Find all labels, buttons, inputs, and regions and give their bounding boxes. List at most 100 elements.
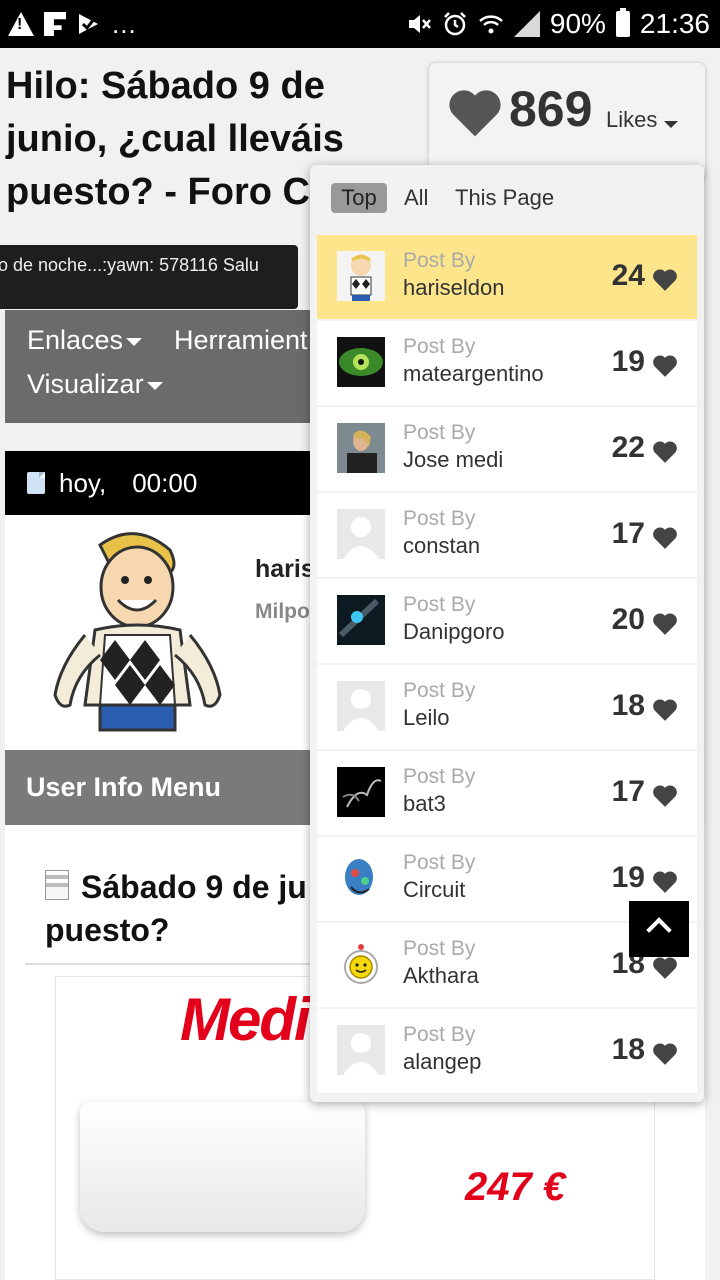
alarm-icon — [442, 11, 468, 37]
tab-all[interactable]: All — [404, 183, 428, 213]
row-like-count: 19 — [611, 345, 645, 378]
row-username[interactable]: alangep — [403, 1049, 481, 1075]
row-username[interactable]: Circuit — [403, 877, 465, 903]
list-item[interactable]: Post By alangep 18 — [317, 1009, 697, 1093]
heart-icon — [652, 1042, 678, 1066]
avatar — [337, 1025, 385, 1075]
ad-price: 247 € — [465, 1165, 566, 1209]
row-label: Post By — [403, 1023, 476, 1046]
chevron-down-icon — [126, 337, 143, 346]
row-username[interactable]: Danipgoro — [403, 619, 505, 645]
user-info-menu[interactable]: User Info Menu — [5, 750, 325, 825]
scroll-to-top-button[interactable] — [629, 901, 689, 957]
avatar — [337, 939, 385, 989]
row-label: Post By — [403, 765, 476, 788]
row-label: Post By — [403, 679, 476, 702]
list-item[interactable]: Post By mateargentino 19 — [317, 321, 697, 405]
author-avatar[interactable] — [40, 525, 230, 735]
row-label: Post By — [403, 937, 476, 960]
nav-tools-label: Herramient — [174, 325, 308, 355]
avatar — [337, 251, 385, 301]
clock: 21:36 — [639, 8, 710, 39]
heart-icon — [652, 354, 678, 378]
heart-icon — [652, 440, 678, 464]
battery-icon — [615, 8, 630, 37]
tab-this-page[interactable]: This Page — [455, 183, 554, 213]
system-icons: 90% 21:36 — [406, 6, 710, 42]
avatar — [337, 767, 385, 817]
flipboard-icon — [44, 12, 66, 36]
post-title-text: Sábado 9 de ju puesto? — [45, 869, 307, 948]
nav-links-label: Enlaces — [27, 325, 124, 355]
heart-icon — [652, 956, 678, 980]
tab-top[interactable]: Top — [331, 183, 387, 213]
row-username[interactable]: Akthara — [403, 963, 479, 989]
row-username[interactable]: hariseldon — [403, 275, 505, 301]
heart-icon — [652, 612, 678, 636]
heart-icon — [652, 870, 678, 894]
heart-icon — [652, 698, 678, 722]
row-like-count: 18 — [611, 689, 645, 722]
notification-icons: ... — [8, 8, 137, 40]
post-title: Sábado 9 de ju puesto? — [45, 866, 315, 952]
avatar — [337, 423, 385, 473]
post-username[interactable]: haris — [255, 555, 315, 584]
navbar: Enlaces Herramient Visualizar — [5, 310, 325, 423]
document-icon — [45, 870, 69, 900]
tooltip: o de noche...:yawn: 578116 Salu — [0, 245, 298, 309]
chevron-down-icon[interactable] — [664, 121, 678, 128]
heart-icon — [652, 268, 678, 292]
ad-logo: Medi — [180, 986, 311, 1053]
row-username[interactable]: mateargentino — [403, 361, 544, 387]
list-item[interactable]: Post By Jose medi 22 — [317, 407, 697, 491]
likes-count: 869 — [509, 81, 593, 137]
row-label: Post By — [403, 593, 476, 616]
row-username[interactable]: Jose medi — [403, 447, 503, 473]
heart-icon — [447, 87, 503, 139]
row-label: Post By — [403, 507, 476, 530]
row-like-count: 17 — [611, 517, 645, 550]
row-like-count: 22 — [611, 431, 645, 464]
row-username[interactable]: bat3 — [403, 791, 446, 817]
likes-label: Likes — [606, 107, 658, 132]
tooltip-text: o de noche...:yawn: 578116 Salu — [0, 255, 259, 275]
battery-percent: 90% — [549, 8, 606, 39]
divider — [25, 963, 325, 965]
avatar — [337, 337, 385, 387]
avatar — [337, 509, 385, 559]
list-item[interactable]: Post By constan 17 — [317, 493, 697, 577]
user-info-menu-label: User Info Menu — [26, 772, 222, 802]
avatar — [337, 853, 385, 903]
avatar — [337, 595, 385, 645]
list-item[interactable]: Post By Danipgoro 20 — [317, 579, 697, 663]
nav-view-label: Visualizar — [27, 369, 144, 399]
row-username[interactable]: constan — [403, 533, 480, 559]
signal-icon — [513, 11, 540, 37]
row-label: Post By — [403, 335, 476, 358]
list-item[interactable]: Post By Leilo 18 — [317, 665, 697, 749]
nav-links-menu[interactable]: Enlaces — [27, 325, 143, 356]
row-username[interactable]: Leilo — [403, 705, 449, 731]
wifi-icon — [478, 11, 504, 37]
post-date: hoy, — [59, 467, 107, 498]
post-user-rank: Milpo — [255, 600, 310, 623]
row-like-count: 18 — [611, 1033, 645, 1066]
check-flag-icon — [76, 11, 102, 37]
row-label: Post By — [403, 851, 476, 874]
document-icon — [27, 472, 45, 494]
row-like-count: 17 — [611, 775, 645, 808]
more-notifications: ... — [112, 8, 137, 39]
row-like-count: 20 — [611, 603, 645, 636]
nav-view-menu[interactable]: Visualizar — [27, 369, 163, 400]
row-label: Post By — [403, 421, 476, 444]
list-item[interactable]: Post By bat3 17 — [317, 751, 697, 835]
row-like-count: 24 — [611, 259, 645, 292]
heart-icon — [652, 784, 678, 808]
warning-icon — [8, 12, 34, 36]
heart-icon — [652, 526, 678, 550]
nav-tools-menu[interactable]: Herramient — [174, 325, 308, 356]
row-like-count: 19 — [611, 861, 645, 894]
mute-icon — [406, 11, 432, 37]
post-time: 00:00 — [132, 467, 198, 498]
list-item[interactable]: Post By hariseldon 24 — [317, 235, 697, 319]
